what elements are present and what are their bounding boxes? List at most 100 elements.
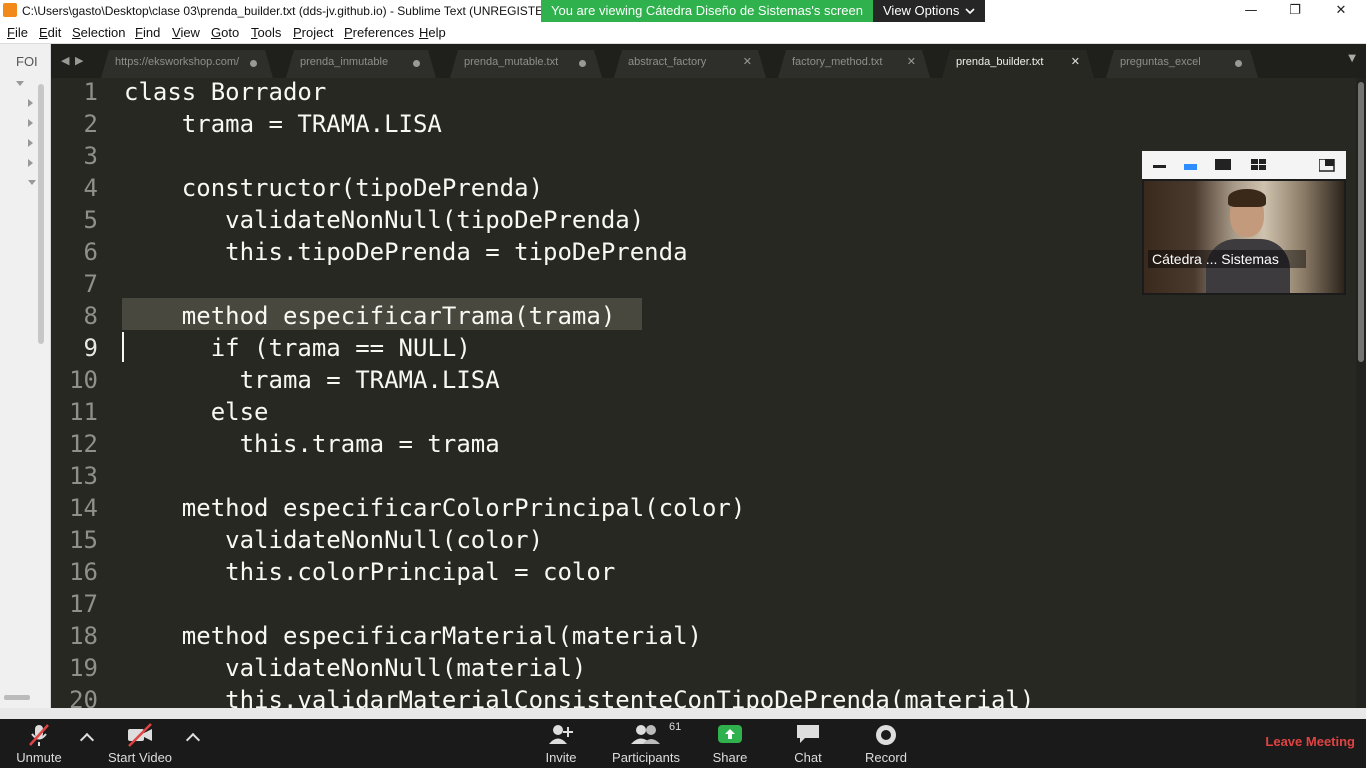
- code-line[interactable]: this.validarMaterialConsistenteConTipoDe…: [124, 684, 1034, 708]
- menu-find[interactable]: Find: [135, 25, 160, 40]
- line-number-current: 9: [83, 334, 98, 362]
- record-icon: [876, 725, 896, 745]
- code-line[interactable]: this.tipoDePrenda = tipoDePrenda: [124, 236, 687, 268]
- add-person-icon: [549, 725, 573, 744]
- tab-label: prenda_mutable.txt: [464, 56, 559, 68]
- code-line[interactable]: if (trama == NULL): [124, 332, 471, 364]
- status-bar: [0, 708, 1366, 719]
- video-thumbnail-panel[interactable]: Cátedra ... Sistemas: [1142, 151, 1346, 295]
- tab-eksworkshop[interactable]: https://eksworkshop.com/: [101, 50, 273, 78]
- tree-collapse-icon[interactable]: [28, 159, 33, 167]
- chat-bubble-icon: [797, 725, 819, 743]
- menu-tools[interactable]: Tools: [251, 25, 281, 40]
- invite-button[interactable]: Invite: [536, 719, 586, 768]
- leave-meeting-button[interactable]: Leave Meeting: [1265, 734, 1355, 749]
- line-number: 13: [69, 462, 98, 490]
- record-button[interactable]: Record: [860, 719, 912, 768]
- meeting-controls-bar: Unmute Start Video Invite Participants 6…: [0, 719, 1366, 768]
- line-number: 3: [83, 142, 98, 170]
- code-line[interactable]: else: [124, 396, 269, 428]
- menu-selection[interactable]: Selection: [72, 25, 125, 40]
- modified-dot-icon[interactable]: [579, 60, 586, 67]
- speaker-view-icon[interactable]: [1215, 159, 1232, 171]
- code-line[interactable]: class Borrador: [124, 78, 326, 108]
- tab-prenda-builder[interactable]: prenda_builder.txt ✕: [942, 50, 1094, 78]
- line-number: 4: [83, 174, 98, 202]
- menu-project[interactable]: Project: [293, 25, 333, 40]
- tree-expand-icon[interactable]: [16, 81, 24, 86]
- line-number: 17: [69, 590, 98, 618]
- restore-button[interactable]: ❐: [1272, 0, 1318, 22]
- tree-collapse-icon[interactable]: [28, 99, 33, 107]
- share-button[interactable]: Share: [706, 719, 754, 768]
- close-tab-icon[interactable]: ✕: [907, 50, 916, 74]
- microphone-muted-icon: [29, 724, 49, 746]
- audio-options-caret-icon[interactable]: [79, 732, 95, 748]
- tree-collapse-icon[interactable]: [28, 119, 33, 127]
- tab-prenda-mutable[interactable]: prenda_mutable.txt: [450, 50, 602, 78]
- tab-preguntas-excel[interactable]: preguntas_excel: [1106, 50, 1258, 78]
- code-line[interactable]: trama = TRAMA.LISA: [124, 364, 500, 396]
- tab-label: https://eksworkshop.com/: [115, 56, 240, 68]
- exit-thumbnail-icon[interactable]: [1319, 159, 1335, 172]
- modified-dot-icon[interactable]: [1235, 60, 1242, 67]
- menu-view[interactable]: View: [172, 25, 200, 40]
- tree-collapse-icon[interactable]: [28, 139, 33, 147]
- start-video-label: Start Video: [107, 750, 173, 765]
- line-number: 18: [69, 622, 98, 650]
- sidebar-scrollbar[interactable]: [38, 84, 44, 344]
- code-line[interactable]: method especificarColorPrincipal(color): [124, 492, 746, 524]
- tab-label: prenda_builder.txt: [956, 56, 1044, 68]
- participant-name: Cátedra ... Sistemas: [1148, 250, 1306, 268]
- line-number: 8: [83, 302, 98, 330]
- tab-label: factory_method.txt: [792, 56, 883, 68]
- code-line[interactable]: this.trama = trama: [124, 428, 500, 460]
- unmute-button[interactable]: Unmute: [8, 719, 70, 768]
- close-button[interactable]: ✕: [1318, 0, 1364, 22]
- line-number-gutter: 1 2 3 4 5 6 7 8 9 10 11 12 13 14 15 16 1…: [51, 78, 111, 708]
- chat-button[interactable]: Chat: [784, 719, 832, 768]
- tree-expand-icon[interactable]: [28, 180, 36, 185]
- invite-label: Invite: [545, 750, 577, 765]
- code-line[interactable]: method especificarMaterial(material): [124, 620, 702, 652]
- minimize-button[interactable]: —: [1228, 0, 1274, 22]
- close-tab-icon[interactable]: ✕: [743, 50, 752, 74]
- view-options-button[interactable]: View Options: [873, 0, 986, 22]
- menu-help[interactable]: Help: [419, 25, 446, 40]
- code-line[interactable]: constructor(tipoDePrenda): [124, 172, 543, 204]
- menu-goto[interactable]: Goto: [211, 25, 239, 40]
- tab-list-dropdown-icon[interactable]: ▼: [1348, 53, 1356, 64]
- modified-dot-icon[interactable]: [413, 60, 420, 67]
- code-line[interactable]: trama = TRAMA.LISA: [124, 108, 442, 140]
- code-line[interactable]: validateNonNull(material): [124, 652, 586, 684]
- gallery-view-icon[interactable]: [1251, 159, 1267, 171]
- editor-scrollbar[interactable]: [1356, 78, 1366, 708]
- modified-dot-icon[interactable]: [250, 60, 257, 67]
- code-line[interactable]: validateNonNull(color): [124, 524, 543, 556]
- participant-hair: [1228, 189, 1266, 207]
- tab-prev-icon[interactable]: ◀: [61, 54, 69, 67]
- video-options-caret-icon[interactable]: [185, 732, 201, 748]
- video-camera-off-icon: [128, 723, 152, 747]
- tab-factory-method[interactable]: factory_method.txt ✕: [778, 50, 930, 78]
- code-line-selected[interactable]: method especificarTrama(trama): [124, 300, 615, 332]
- menu-edit[interactable]: Edit: [39, 25, 61, 40]
- unmute-label: Unmute: [16, 750, 62, 765]
- menu-preferences[interactable]: Preferences: [344, 25, 414, 40]
- tab-abstract-factory[interactable]: abstract_factory ✕: [614, 50, 766, 78]
- editor-scrollbar-thumb[interactable]: [1358, 82, 1364, 362]
- tab-next-icon[interactable]: ▶: [75, 54, 83, 67]
- close-tab-icon[interactable]: ✕: [1071, 50, 1080, 74]
- minimize-video-icon[interactable]: [1153, 165, 1167, 169]
- sidebar-folders-label: FOI: [16, 54, 38, 69]
- line-number: 20: [69, 686, 98, 708]
- menu-file[interactable]: File: [7, 25, 28, 40]
- active-speaker-view-icon[interactable]: [1184, 161, 1198, 171]
- code-line[interactable]: validateNonNull(tipoDePrenda): [124, 204, 644, 236]
- tab-prenda-inmutable[interactable]: prenda_inmutable: [286, 50, 436, 78]
- sidebar-horizontal-scrollbar[interactable]: [4, 695, 30, 700]
- code-line[interactable]: this.colorPrincipal = color: [124, 556, 615, 588]
- participant-video: [1144, 181, 1344, 293]
- share-label: Share: [712, 750, 748, 765]
- start-video-button[interactable]: Start Video: [102, 719, 178, 768]
